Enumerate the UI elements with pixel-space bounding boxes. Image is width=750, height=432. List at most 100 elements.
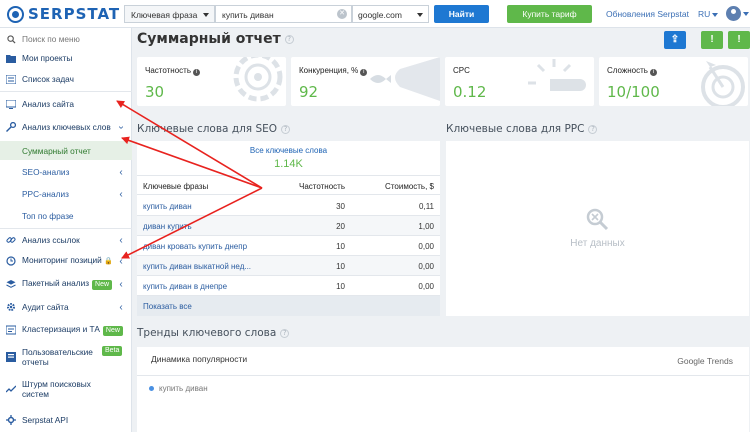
help-icon[interactable]: ?	[280, 328, 290, 338]
metric-cards: Частотность i 30 Конкуренция, % i 92 CPC 0…	[137, 57, 749, 106]
column-header-cost[interactable]: Стоимость, $	[367, 182, 434, 191]
upload-icon: ⇪	[670, 34, 680, 45]
ppc-keywords-title-text: Ключевые слова для PPC	[446, 123, 585, 135]
sidebar-item-link-analysis[interactable]: Анализ ссылок ‹	[0, 233, 132, 247]
cluster-icon	[6, 325, 16, 335]
chevron-left-icon: ‹	[119, 278, 123, 290]
frequency-cell: 20	[336, 222, 345, 231]
help-icon[interactable]: ?	[588, 124, 598, 134]
chevron-left-icon: ‹	[119, 255, 123, 267]
report-issue-button[interactable]: !	[728, 31, 750, 49]
list-icon	[6, 74, 16, 84]
link-icon	[6, 235, 16, 245]
table-row: диван купить 20 1,00	[137, 216, 440, 236]
sidebar-item-site-audit[interactable]: Аудит сайта ‹	[0, 300, 132, 314]
sidebar-item-keyword-analysis[interactable]: Анализ ключевых слов ‹	[0, 120, 132, 134]
sidebar-item-custom-reports[interactable]: Пользовательские отчеты Beta	[0, 346, 132, 368]
sidebar-item-search-storm[interactable]: Штурм поисковых систем	[0, 378, 132, 400]
keyword-link[interactable]: купить диван в днепре	[143, 282, 303, 291]
sidebar-item-label: Анализ сайта	[22, 99, 75, 109]
sidebar-item-label: PPC-анализ	[22, 189, 69, 199]
help-icon[interactable]: ?	[284, 34, 294, 44]
sidebar-item-seo-analysis[interactable]: SEO-анализ ‹	[0, 165, 132, 179]
sidebar-item-label: Пользовательские отчеты	[22, 347, 93, 367]
clear-icon[interactable]: ✕	[337, 9, 347, 19]
legend-label: купить диван	[159, 384, 208, 393]
updates-link[interactable]: Обновления Serpstat	[606, 9, 689, 19]
keyword-link[interactable]: диван купить	[143, 222, 303, 231]
sidebar-item-summary-report[interactable]: Суммарный отчет	[0, 141, 132, 160]
keyword-link[interactable]: диван кровать купить днепр	[143, 242, 303, 251]
sidebar-search[interactable]: Поиск по меню	[0, 32, 132, 46]
metric-card-difficulty: Сложность i 10/100	[599, 57, 748, 106]
sidebar-item-clustering[interactable]: Кластеризация и ТА New	[0, 323, 132, 337]
all-keywords-link[interactable]: Все ключевые слова	[137, 146, 440, 155]
search-input[interactable]: купить диван ✕	[215, 5, 352, 23]
frequency-cell: 10	[336, 262, 345, 271]
sidebar-item-label: Топ по фразе	[22, 211, 74, 221]
sidebar-item-label: SEO-анализ	[22, 167, 70, 177]
table-row: купить диван в днепре 10 0,00	[137, 276, 440, 296]
find-button[interactable]: Найти	[434, 5, 489, 23]
sidebar-item-text: Пакетный анализ	[22, 278, 90, 288]
cost-cell: 1,00	[418, 222, 434, 231]
buy-plan-button[interactable]: Купить тариф	[507, 5, 592, 23]
column-header-phrase[interactable]: Ключевые фразы	[143, 182, 303, 191]
sidebar-item-position-monitoring[interactable]: Мониторинг позиций 🔒 ‹	[0, 254, 132, 268]
keyword-link[interactable]: купить диван выкатной нед...	[143, 262, 303, 271]
feedback-button[interactable]: !	[701, 31, 723, 49]
gear-icon	[6, 302, 16, 312]
search-icon	[6, 34, 16, 44]
chevron-left-icon: ‹	[119, 301, 123, 313]
beta-badge: Beta	[102, 346, 123, 356]
query-type-select[interactable]: Ключевая фраза	[124, 5, 215, 23]
seo-keywords-title-text: Ключевые слова для SEO	[137, 123, 278, 135]
metric-label: Сложность i	[607, 66, 657, 76]
logo-icon	[7, 5, 24, 23]
chart-legend-item[interactable]: купить диван	[149, 384, 208, 393]
keyword-trends-title: Тренды ключевого слова?	[137, 327, 290, 339]
metric-value: 10/100	[607, 83, 660, 101]
no-data-label: Нет данных	[570, 238, 625, 249]
metric-card-competition: Конкуренция, % i 92	[291, 57, 440, 106]
sidebar-item-site-analysis[interactable]: Анализ сайта ‹	[0, 97, 132, 111]
monitor-icon	[6, 99, 16, 109]
search-input-value: купить диван	[222, 10, 274, 20]
metric-card-frequency: Частотность i 30	[137, 57, 286, 106]
metric-card-cpc: CPC 0.12	[445, 57, 594, 106]
info-icon[interactable]: i	[649, 69, 657, 76]
sidebar-item-top-by-phrase[interactable]: Топ по фразе	[0, 209, 132, 223]
sidebar-item-ppc-analysis[interactable]: PPC-анализ ‹	[0, 187, 132, 201]
layers-icon	[6, 279, 16, 289]
cost-cell: 0,00	[418, 262, 434, 271]
help-icon[interactable]: ?	[281, 124, 291, 134]
sidebar-item-batch-analysis[interactable]: Пакетный анализ New ‹	[0, 277, 132, 291]
sidebar-item-task-list[interactable]: Список задач	[0, 72, 132, 86]
serpstat-logo[interactable]: SERPSTAT	[7, 5, 120, 23]
ppc-keywords-title: Ключевые слова для PPC?	[446, 123, 598, 135]
info-icon[interactable]: i	[193, 69, 200, 76]
user-avatar[interactable]	[726, 6, 741, 21]
sidebar-item-my-projects[interactable]: Мои проекты	[0, 51, 132, 65]
chevron-down-icon: ‹	[115, 125, 127, 129]
keyword-link[interactable]: купить диван	[143, 202, 303, 211]
column-header-frequency[interactable]: Частотность	[297, 182, 345, 191]
table-row: купить диван 30 0,11	[137, 196, 440, 216]
metric-value: 92	[299, 83, 319, 101]
metric-value: 0.12	[453, 83, 487, 101]
language-select[interactable]: RU	[698, 9, 719, 19]
sidebar-item-label: Пакетный анализ New	[22, 278, 116, 290]
table-row: диван кровать купить днепр 10 0,00	[137, 236, 440, 256]
database-select[interactable]: google.com	[352, 5, 429, 23]
no-data-search-icon	[586, 208, 609, 231]
sidebar-item-label: Анализ ключевых слов	[22, 122, 111, 132]
sidebar-item-api[interactable]: Serpstat API	[0, 413, 132, 427]
google-trends-logo[interactable]: Google Trends	[677, 356, 733, 366]
chevron-down-icon[interactable]	[743, 12, 749, 16]
chevron-left-icon: ‹	[119, 98, 123, 110]
show-all-link[interactable]: Показать все	[137, 296, 440, 316]
all-keywords-count: 1.14K	[274, 158, 303, 170]
report-icon	[6, 352, 16, 362]
export-button[interactable]: ⇪	[664, 31, 686, 49]
page-title-text: Суммарный отчет	[137, 31, 281, 47]
